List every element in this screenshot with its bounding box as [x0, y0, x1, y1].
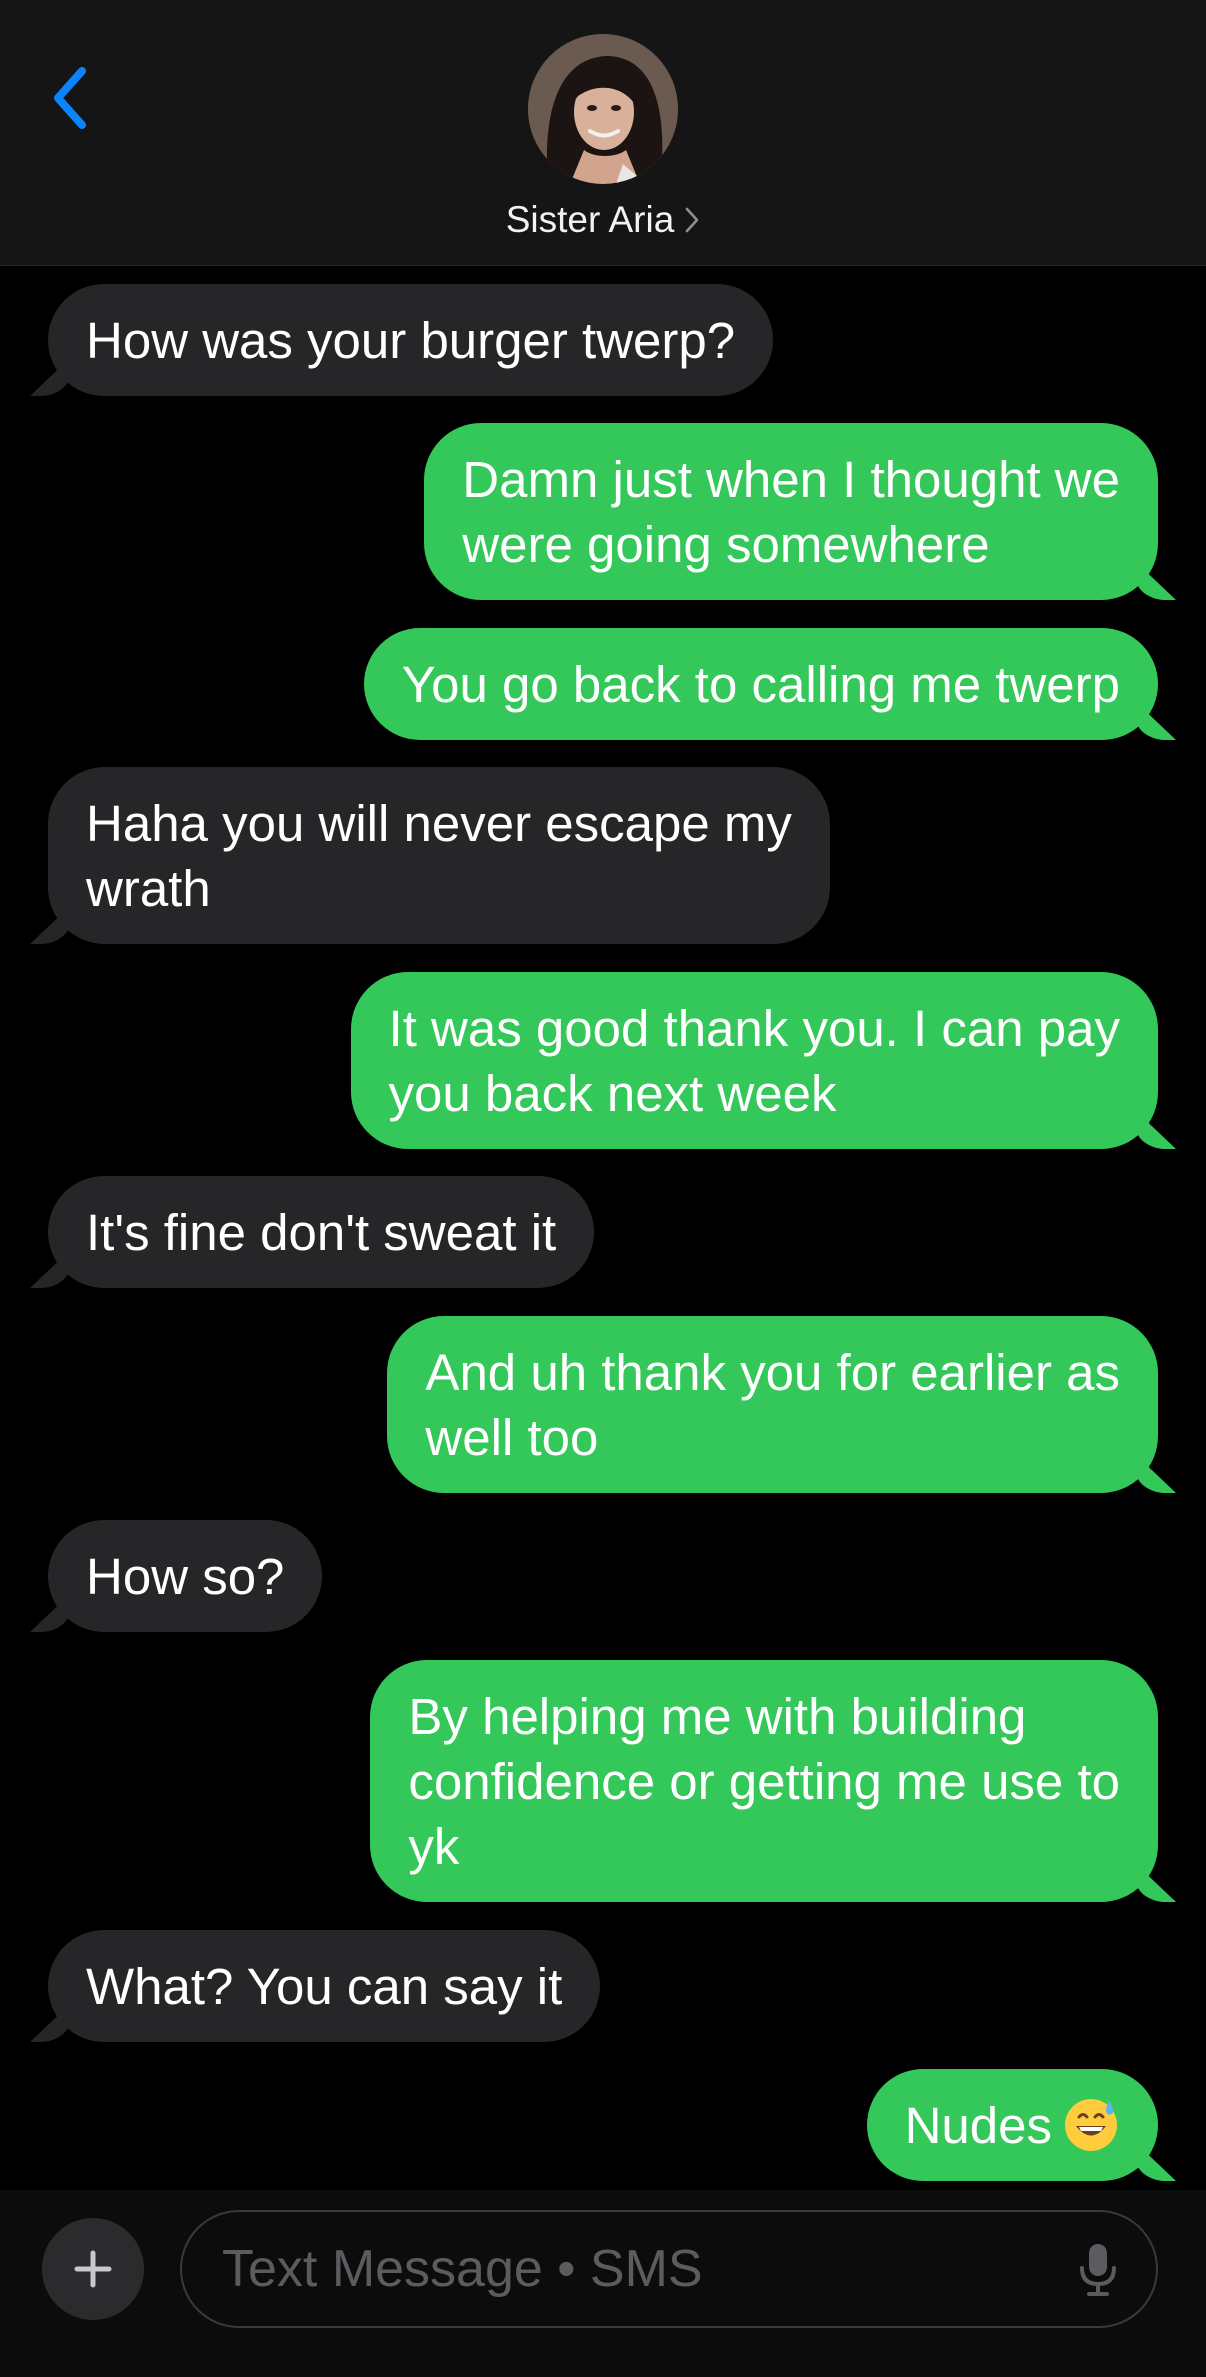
message-composer: Text Message • SMS — [0, 2190, 1206, 2377]
message-text: How was your burger twerp? — [86, 311, 736, 369]
message-line: Nudes — [905, 2093, 1120, 2158]
back-button[interactable] — [40, 58, 100, 138]
message-outgoing[interactable]: And uh thank you for earlier as well too — [387, 1316, 1158, 1493]
contact-name: Sister Aria — [505, 199, 675, 240]
message-outgoing[interactable]: It was good thank you. I can pay you bac… — [350, 972, 1158, 1149]
message-text: It's fine don't sweat it — [86, 1203, 557, 1261]
message-outgoing[interactable]: Nudes — [866, 2069, 1158, 2181]
message-text: yk — [408, 1817, 460, 1875]
message-text: wrath — [86, 859, 211, 917]
message-outgoing[interactable]: By helping me with building confidence o… — [370, 1660, 1158, 1902]
message-incoming[interactable]: How was your burger twerp? — [48, 284, 774, 396]
contact-name-button[interactable]: Sister Aria — [0, 190, 1206, 250]
message-input[interactable]: Text Message • SMS — [180, 2210, 1158, 2328]
message-text: And uh thank you for earlier as — [425, 1343, 1120, 1401]
message-text: Nudes — [904, 2096, 1052, 2154]
plus-icon — [74, 2250, 112, 2288]
message-text: you back next week — [388, 1064, 837, 1122]
chevron-right-icon — [684, 206, 700, 234]
message-text: You go back to calling me twerp — [401, 655, 1120, 713]
message-text: It was good thank you. I can pay — [388, 999, 1120, 1057]
message-text: Haha you will never escape my — [86, 794, 792, 852]
message-incoming[interactable]: What? You can say it — [48, 1930, 601, 2042]
message-outgoing[interactable]: Damn just when I thought we were going s… — [424, 423, 1158, 600]
grinning-face-with-sweat-emoji — [1065, 2098, 1117, 2151]
conversation-header: Sister Aria — [0, 0, 1206, 266]
message-input-placeholder: Text Message • SMS — [222, 2240, 703, 2298]
message-text: Damn just when I thought we — [462, 450, 1120, 508]
avatar-photo — [528, 34, 678, 184]
message-text: What? You can say it — [86, 1957, 563, 2015]
message-text: By helping me with building — [408, 1687, 1027, 1745]
add-attachment-button[interactable] — [42, 2218, 144, 2320]
microphone-icon[interactable] — [1076, 2242, 1120, 2298]
message-text: well too — [425, 1408, 599, 1466]
message-incoming[interactable]: How so? — [48, 1520, 323, 1632]
message-incoming[interactable]: It's fine don't sweat it — [48, 1176, 595, 1288]
contact-avatar[interactable] — [528, 34, 678, 184]
message-outgoing[interactable]: You go back to calling me twerp — [363, 628, 1158, 740]
message-incoming[interactable]: Haha you will never escape my wrath — [48, 767, 830, 944]
message-text: confidence or getting me use to — [408, 1752, 1120, 1810]
chevron-left-icon — [54, 67, 86, 129]
message-text: were going somewhere — [462, 515, 990, 573]
message-text: How so? — [86, 1547, 285, 1605]
